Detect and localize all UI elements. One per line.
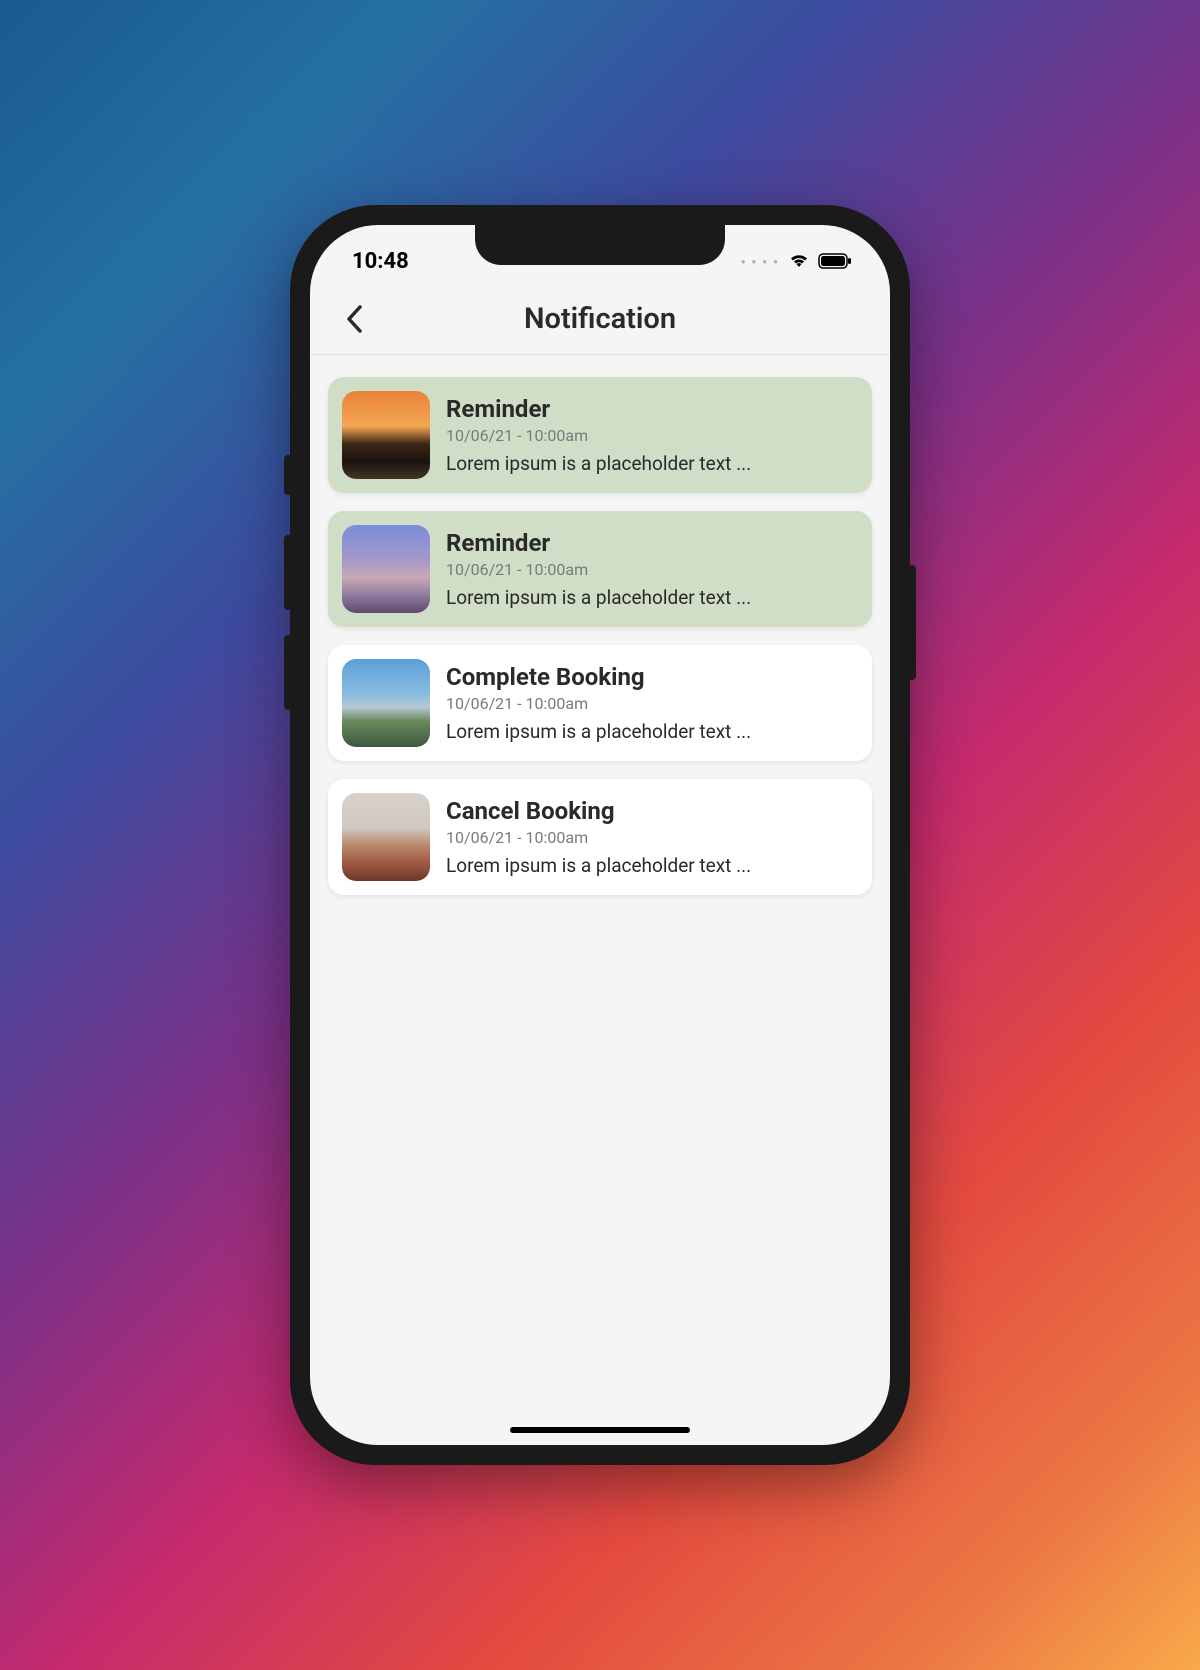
notification-title: Reminder — [446, 395, 858, 423]
status-time: 10:48 — [352, 249, 409, 274]
notification-title: Cancel Booking — [446, 797, 858, 825]
notification-datetime: 10/06/21 - 10:00am — [446, 560, 858, 579]
notification-thumbnail — [342, 659, 430, 747]
phone-screen: 10:48 ● ● ● ● — [310, 225, 890, 1445]
home-indicator[interactable] — [510, 1427, 690, 1433]
notification-thumbnail — [342, 793, 430, 881]
notification-title: Complete Booking — [446, 663, 858, 691]
notification-thumbnail — [342, 391, 430, 479]
notification-content: Cancel Booking 10/06/21 - 10:00am Lorem … — [446, 793, 858, 881]
notification-content: Complete Booking 10/06/21 - 10:00am Lore… — [446, 659, 858, 747]
notification-card[interactable]: Reminder 10/06/21 - 10:00am Lorem ipsum … — [328, 377, 872, 493]
phone-side-button — [284, 455, 292, 495]
notification-body: Lorem ipsum is a placeholder text ... — [446, 854, 858, 877]
page-title: Notification — [330, 302, 870, 336]
wifi-icon — [788, 253, 810, 269]
phone-frame: 10:48 ● ● ● ● — [290, 205, 910, 1465]
notification-body: Lorem ipsum is a placeholder text ... — [446, 586, 858, 609]
notification-card[interactable]: Complete Booking 10/06/21 - 10:00am Lore… — [328, 645, 872, 761]
status-indicators: ● ● ● ● — [741, 253, 852, 269]
notification-datetime: 10/06/21 - 10:00am — [446, 426, 858, 445]
notification-content: Reminder 10/06/21 - 10:00am Lorem ipsum … — [446, 391, 858, 479]
notification-datetime: 10/06/21 - 10:00am — [446, 828, 858, 847]
phone-side-button — [284, 635, 292, 710]
notification-thumbnail — [342, 525, 430, 613]
notification-card[interactable]: Reminder 10/06/21 - 10:00am Lorem ipsum … — [328, 511, 872, 627]
notification-card[interactable]: Cancel Booking 10/06/21 - 10:00am Lorem … — [328, 779, 872, 895]
phone-notch — [475, 225, 725, 265]
phone-side-button — [908, 565, 916, 680]
notification-title: Reminder — [446, 529, 858, 557]
notification-list: Reminder 10/06/21 - 10:00am Lorem ipsum … — [310, 355, 890, 917]
chevron-left-icon — [345, 304, 363, 334]
navigation-header: Notification — [310, 283, 890, 355]
notification-datetime: 10/06/21 - 10:00am — [446, 694, 858, 713]
battery-icon — [818, 253, 852, 269]
cellular-icon: ● ● ● ● — [741, 257, 780, 266]
back-button[interactable] — [336, 301, 372, 337]
notification-body: Lorem ipsum is a placeholder text ... — [446, 720, 858, 743]
notification-content: Reminder 10/06/21 - 10:00am Lorem ipsum … — [446, 525, 858, 613]
notification-body: Lorem ipsum is a placeholder text ... — [446, 452, 858, 475]
phone-side-button — [284, 535, 292, 610]
